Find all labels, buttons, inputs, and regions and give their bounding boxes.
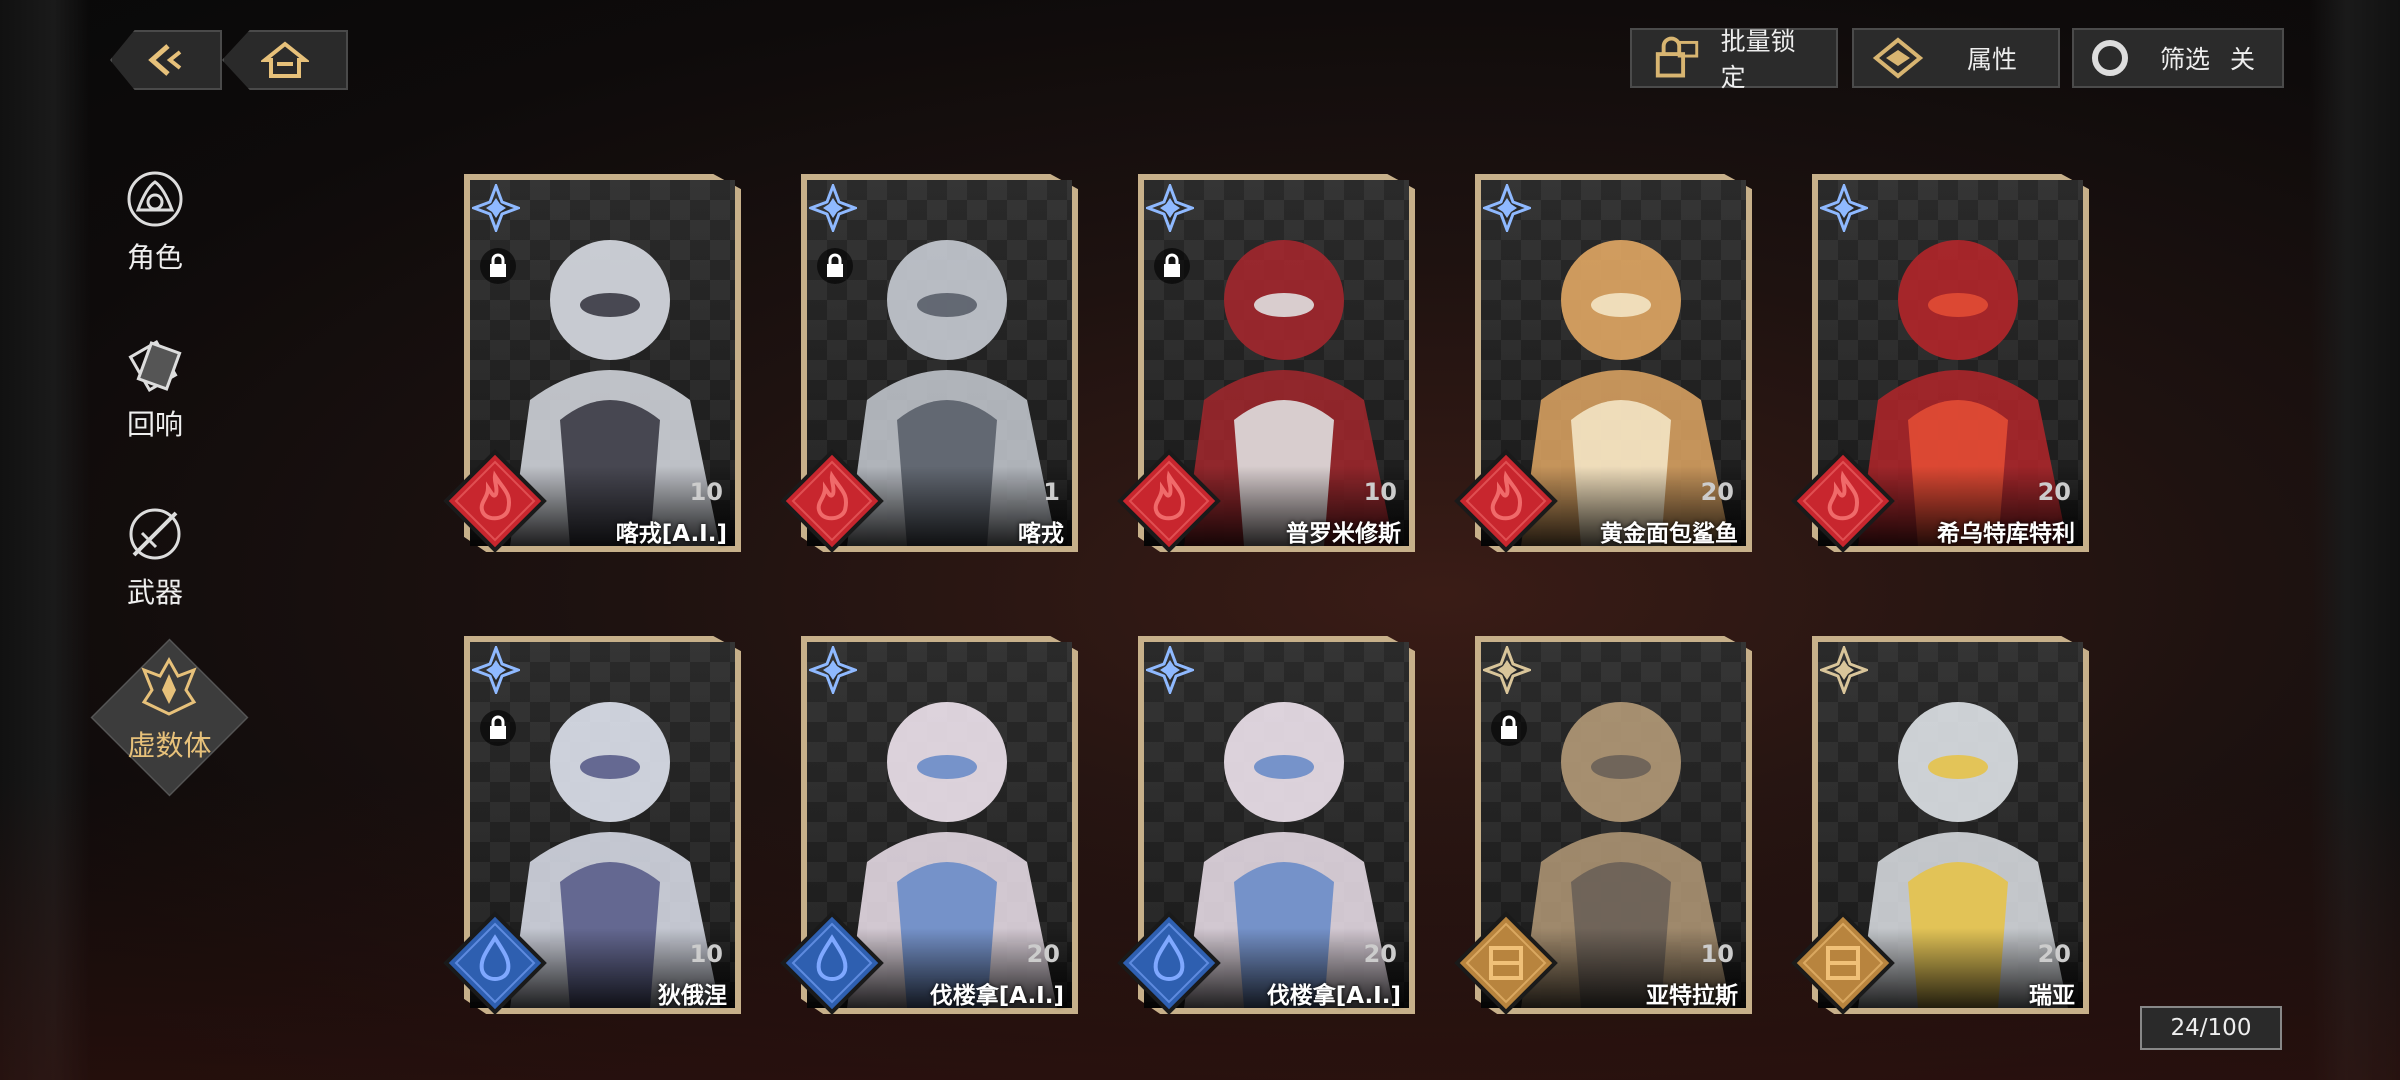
card-level: 20 [2037,940,2071,968]
filter-circle-icon [2092,40,2128,76]
tab-virtual[interactable]: 虚数体 [90,638,249,797]
lock-icon [480,710,516,746]
virtual-card[interactable]: 1 喀戎 [780,166,1082,556]
attribute-label: 属性 [1967,45,2018,74]
card-name: 黄金面包鲨鱼 [1600,521,1738,547]
rarity-star-icon [1483,646,1531,694]
weapon-icon [129,508,181,560]
tab-character-label: 角色 [126,241,183,274]
virtual-card[interactable]: 20 伐楼拿[A.I.] [780,628,1082,1018]
rarity-star-icon [809,184,857,232]
card-name: 喀戎 [1018,521,1064,547]
virtual-icon [141,656,198,716]
card-name: 喀戎[A.I.] [615,521,727,547]
batch-lock-label: 批量锁定 [1720,27,1796,92]
element-earth-icon [1791,911,1895,1015]
card-name: 瑞亚 [2029,983,2075,1009]
rarity-star-icon [809,646,857,694]
rarity-star-icon [472,646,520,694]
tab-echo[interactable]: 回响 [100,335,210,443]
lock-icon [1491,710,1527,746]
virtual-card[interactable]: 20 希乌特库特利 [1791,166,2093,556]
tab-character[interactable]: 角色 [100,168,210,276]
inventory-counter: 24/100 [2140,1006,2282,1050]
attribute-icon [1872,37,1924,79]
lock-icon [480,248,516,284]
card-level: 10 [689,940,723,968]
rarity-star-icon [1146,646,1194,694]
virtual-card[interactable]: 10 亚特拉斯 [1454,628,1756,1018]
tab-weapon-label: 武器 [126,576,183,609]
element-earth-icon [1454,911,1558,1015]
tab-virtual-label: 虚数体 [127,729,212,762]
lock-icon [1154,248,1190,284]
filter-label: 筛选 [2160,45,2211,74]
lock-icon [1655,36,1699,78]
element-water-icon [780,911,884,1015]
card-level: 20 [2037,478,2071,506]
attribute-button[interactable]: 属性 [1852,28,2060,88]
card-name: 亚特拉斯 [1646,983,1738,1009]
card-name: 伐楼拿[A.I.] [929,983,1064,1009]
card-level: 10 [689,478,723,506]
virtual-card[interactable]: 20 瑞亚 [1791,628,2093,1018]
rarity-star-icon [1820,646,1868,694]
home-icon [261,41,309,78]
rarity-star-icon [1820,184,1868,232]
element-fire-icon [1117,449,1221,553]
element-fire-icon [1454,449,1558,553]
filter-button[interactable]: 筛选 关 [2072,28,2284,88]
element-water-icon [1117,911,1221,1015]
virtual-card[interactable]: 20 黄金面包鲨鱼 [1454,166,1756,556]
card-name: 狄俄涅 [658,983,727,1009]
rarity-star-icon [1146,184,1194,232]
lock-icon [817,248,853,284]
element-fire-icon [443,449,547,553]
card-level: 20 [1363,940,1397,968]
virtual-card[interactable]: 10 喀戎[A.I.] [443,166,745,556]
tab-weapon[interactable]: 武器 [100,503,210,611]
card-level: 10 [1363,478,1397,506]
virtual-card[interactable]: 10 狄俄涅 [443,628,745,1018]
rarity-star-icon [472,184,520,232]
tab-echo-label: 回响 [126,408,183,441]
card-level: 20 [1700,478,1734,506]
card-level: 20 [1026,940,1060,968]
card-name: 普罗米修斯 [1286,521,1401,547]
card-level: 1 [1043,478,1060,506]
card-name: 伐楼拿[A.I.] [1266,983,1401,1009]
card-level: 10 [1700,940,1734,968]
virtual-card[interactable]: 20 伐楼拿[A.I.] [1117,628,1419,1018]
element-fire-icon [780,449,884,553]
character-icon [127,171,183,227]
filter-state: 关 [2230,45,2256,74]
element-water-icon [443,911,547,1015]
home-button[interactable] [222,30,348,90]
back-button[interactable] [110,30,222,90]
virtual-card[interactable]: 10 普罗米修斯 [1117,166,1419,556]
echo-icon [128,339,182,393]
rarity-star-icon [1483,184,1531,232]
element-fire-icon [1791,449,1895,553]
card-name: 希乌特库特利 [1937,521,2075,547]
back-arrow-icon [148,44,182,76]
batch-lock-button[interactable]: 批量锁定 [1630,27,1838,92]
